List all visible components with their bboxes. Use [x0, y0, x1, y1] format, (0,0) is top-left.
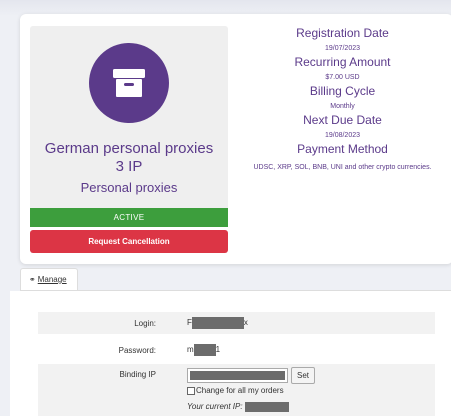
- change-all-checkbox[interactable]: [187, 386, 195, 395]
- binding-ip-label: Binding IP: [119, 370, 156, 379]
- billing-cycle-label: Billing Cycle: [309, 84, 376, 98]
- product-summary-box: German personal proxies 3 IP Personal pr…: [30, 26, 228, 208]
- billing-cycle-value: Monthly: [330, 103, 355, 110]
- registration-date-value: 19/07/2023: [324, 45, 361, 52]
- product-group: Personal proxies: [80, 180, 178, 195]
- product-details-card: German personal proxies 3 IP Personal pr…: [20, 14, 451, 264]
- archive-box-icon: [113, 69, 145, 97]
- recurring-amount-label: Recurring Amount: [294, 55, 391, 69]
- login-row: Login: Fx: [38, 312, 435, 334]
- login-label: Login:: [134, 319, 156, 328]
- login-value: Fx: [187, 317, 248, 329]
- binding-ip-controls: Set: [187, 367, 316, 384]
- globe-icon: ⚭: [29, 275, 36, 284]
- binding-ip-row: Binding IP Set Change for all my orders …: [38, 364, 435, 416]
- billing-info: Registration Date 19/07/2023 Recurring A…: [250, 26, 435, 174]
- tab-manage[interactable]: ⚭ Manage: [20, 268, 78, 290]
- binding-ip-redaction: [190, 371, 285, 380]
- change-all-label: Change for all my orders: [196, 386, 284, 395]
- password-value: m1: [187, 344, 221, 356]
- password-row: Password: m1: [38, 340, 435, 360]
- next-due-date-value: 19/08/2023: [324, 132, 361, 139]
- change-all-option[interactable]: Change for all my orders: [187, 386, 284, 395]
- payment-method-label: Payment Method: [297, 142, 388, 156]
- current-ip-line: Your current IP:: [187, 402, 289, 412]
- product-ip-count: 3 IP: [115, 158, 143, 175]
- binding-ip-input[interactable]: [187, 368, 288, 383]
- next-due-date-label: Next Due Date: [303, 113, 382, 127]
- request-cancellation-button[interactable]: Request Cancellation: [30, 230, 228, 253]
- payment-method-value: UDSC, XRP, SOL, BNB, UNI and other crypt…: [253, 164, 432, 171]
- registration-date-label: Registration Date: [296, 26, 389, 40]
- set-button[interactable]: Set: [291, 367, 316, 384]
- status-badge: ACTIVE: [30, 208, 228, 227]
- product-name: German personal proxies: [44, 140, 214, 157]
- tab-manage-label: Manage: [37, 275, 67, 284]
- password-redaction: [193, 344, 216, 356]
- current-ip-redaction: [244, 402, 289, 412]
- current-ip-label: Your current IP:: [187, 402, 243, 412]
- password-label: Password:: [118, 346, 156, 355]
- product-icon-circle: [89, 43, 169, 123]
- recurring-amount-value: $7.00 USD: [325, 74, 360, 81]
- login-redaction: [191, 317, 244, 329]
